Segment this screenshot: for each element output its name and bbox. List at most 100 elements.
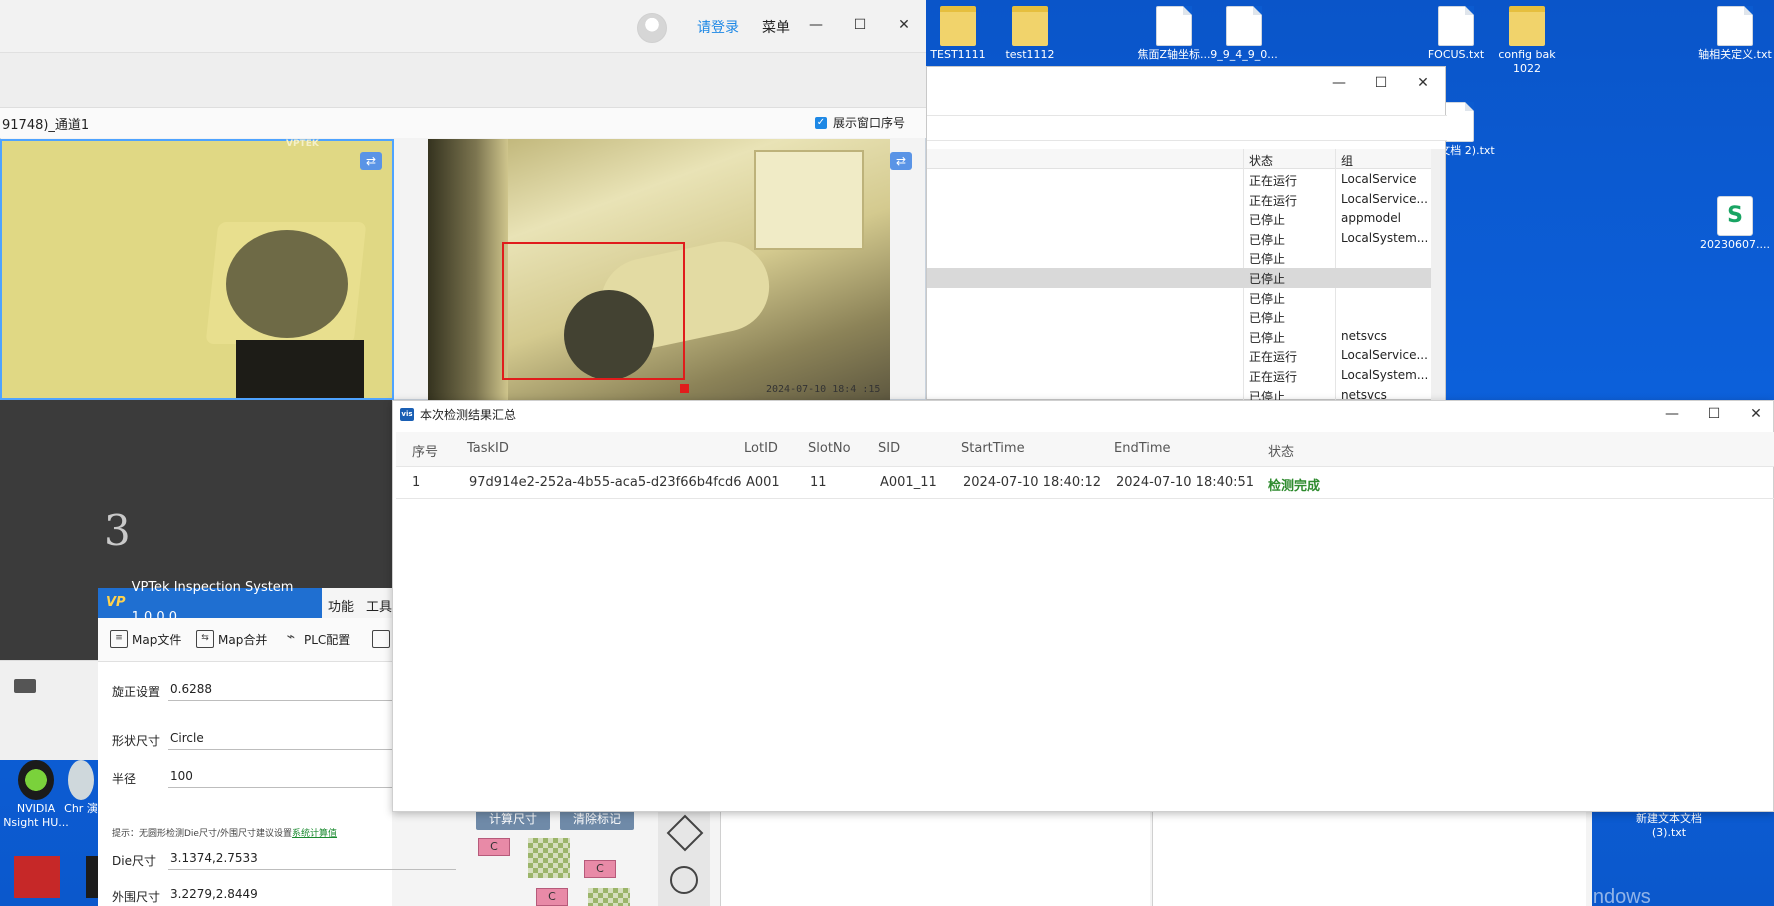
field-underline [168, 787, 398, 788]
col-header-endtime[interactable]: EndTime [1114, 441, 1171, 456]
menu-button[interactable]: 菜单 [762, 17, 790, 37]
services-scrollbar[interactable] [1431, 149, 1445, 401]
close-button[interactable]: ✕ [892, 13, 916, 37]
desktop-icon-axis-def[interactable]: 轴相关定义.txt [1696, 6, 1774, 62]
tool-label: PLC配置 [304, 632, 351, 647]
rotation-input[interactable]: 0.6288 [170, 682, 212, 696]
radius-input[interactable]: 100 [170, 769, 193, 783]
col-header-sid[interactable]: SID [878, 441, 900, 456]
service-status: 已停止 [1249, 213, 1286, 228]
maximize-button[interactable]: ☐ [848, 13, 872, 37]
service-group: LocalService [1341, 172, 1417, 186]
cell-endtime: 2024-07-10 18:40:51 [1116, 475, 1255, 490]
maximize-button[interactable]: ☐ [1702, 402, 1726, 426]
field-underline [168, 700, 398, 701]
plc-config-button[interactable]: ⌁ PLC配置 [282, 630, 351, 648]
cell-lotid: A001 [746, 475, 780, 490]
service-status: 正在运行 [1249, 370, 1298, 384]
folder-icon [1012, 6, 1048, 46]
status-column-header[interactable]: 状态 [1249, 152, 1273, 169]
camera-2-frame [428, 139, 508, 400]
service-group: netsvcs [1341, 328, 1387, 343]
die-map-cell[interactable] [528, 838, 570, 878]
col-header-status[interactable]: 状态 [1268, 441, 1294, 460]
service-row[interactable]: 正在运行 LocalService [927, 170, 1431, 190]
desktop-icon-new-text-doc[interactable]: 新建文本文档 (3).txt [1624, 812, 1714, 840]
app-shortcut-icon[interactable] [14, 856, 60, 898]
channel-title: 91748)_通道1 [2, 118, 90, 133]
service-row[interactable]: 正在运行 LocalService... [927, 346, 1431, 366]
minimize-button[interactable]: — [1660, 402, 1684, 426]
service-row[interactable]: 已停止 [927, 248, 1431, 268]
service-row[interactable]: 已停止 LocalSystem... [927, 229, 1431, 249]
col-header-starttime[interactable]: StartTime [961, 441, 1025, 456]
service-row[interactable]: 已停止 netsvcs [927, 327, 1431, 347]
service-row[interactable]: 正在运行 LocalSystem... [927, 366, 1431, 386]
app-shortcut-icon[interactable] [86, 856, 98, 898]
map-merge-button[interactable]: ⇆ Map合并 [196, 630, 267, 648]
shape-label: 形状尺寸 [112, 734, 161, 748]
desktop-icon-test1112[interactable]: test1112 [988, 6, 1072, 62]
desktop-icon-config-bak[interactable]: config bak 1022 [1485, 6, 1569, 76]
show-window-index-toggle[interactable]: ✓ 展示窗口序号 [815, 114, 905, 131]
checkbox-checked-icon[interactable]: ✓ [815, 116, 827, 129]
camera-icon[interactable] [14, 679, 36, 693]
user-avatar[interactable] [637, 13, 667, 43]
service-group: appmodel [1341, 211, 1401, 226]
size-hint: 提示：无圆形检测Die尺寸/外围尺寸建议设置系统计算值 [112, 826, 337, 839]
desktop-icon-chrome[interactable]: Chr 演 [64, 760, 98, 816]
service-row[interactable]: 已停止 appmodel [927, 209, 1431, 229]
map-file-button[interactable]: ≡ Map文件 [110, 630, 181, 648]
die-size-input[interactable]: 3.1374,2.7533 [170, 851, 258, 865]
switch-camera-icon[interactable]: ⇄ [360, 152, 382, 170]
row-divider [396, 498, 1774, 499]
service-status: 正在运行 [1249, 174, 1298, 188]
camera-2-timestamp: 2024-07-10 18:4 :15 [766, 384, 881, 395]
image-icon[interactable] [670, 866, 698, 894]
outer-size-input[interactable]: 3.2279,2.8449 [170, 887, 258, 901]
detection-marker [680, 384, 689, 393]
col-header-taskid[interactable]: TaskID [467, 441, 509, 456]
group-column-header[interactable]: 组 [1341, 152, 1353, 169]
map-tag[interactable]: C [584, 860, 616, 878]
service-status: 正在运行 [1249, 350, 1298, 365]
desktop-icon-label: 新建文本文档 (3).txt [1636, 812, 1702, 839]
service-row[interactable]: 正在运行 LocalService... [927, 190, 1431, 210]
vptek-title-bar: VP VPTek Inspection System 1.0.0.0 [98, 580, 322, 625]
col-header-index[interactable]: 序号 [412, 441, 438, 460]
merge-icon: ⇆ [196, 630, 214, 648]
desktop-icon-spreadsheet[interactable]: S 20230607.... [1696, 196, 1774, 252]
service-row[interactable]: 已停止 [927, 268, 1431, 288]
ruler-icon[interactable] [666, 814, 704, 852]
grid-icon[interactable] [372, 630, 390, 648]
map-tag[interactable]: C [536, 888, 568, 906]
app-icon [68, 760, 94, 800]
service-row[interactable]: 已停止 [927, 307, 1431, 327]
menu-function[interactable]: 功能 [328, 596, 354, 615]
minimize-button[interactable]: — [1327, 71, 1351, 95]
menu-tools[interactable]: 工具 [366, 596, 392, 615]
main-toolbar [0, 52, 926, 108]
service-group: LocalSystem... [1341, 230, 1429, 245]
map-tag[interactable]: C [478, 838, 510, 856]
field-underline [168, 869, 456, 870]
shape-select[interactable]: Circle [170, 731, 204, 745]
minimize-button[interactable]: — [804, 13, 828, 37]
switch-camera-icon[interactable]: ⇄ [890, 152, 912, 170]
col-header-slotno[interactable]: SlotNo [808, 441, 851, 456]
col-header-lotid[interactable]: LotID [744, 441, 778, 456]
text-file-icon [1717, 6, 1753, 46]
map-tool-panel [658, 812, 710, 906]
service-row[interactable]: 已停止 [927, 288, 1431, 308]
map-detail-panel [720, 812, 1150, 906]
close-button[interactable]: ✕ [1744, 402, 1768, 426]
system-calc-link[interactable]: 系统计算值 [292, 829, 337, 839]
service-status: 已停止 [1249, 272, 1286, 286]
maximize-button[interactable]: ☐ [1369, 71, 1393, 95]
map-detail-panel-2 [1152, 812, 1586, 906]
die-map-cell[interactable] [588, 888, 630, 906]
close-button[interactable]: ✕ [1411, 71, 1435, 95]
desktop-icon-nvidia-nsight[interactable]: NVIDIA Nsight HU... [0, 760, 72, 830]
login-link[interactable]: 请登录 [697, 17, 739, 37]
desktop-icon-image[interactable]: 9_9_4_9_0... [1200, 6, 1288, 62]
